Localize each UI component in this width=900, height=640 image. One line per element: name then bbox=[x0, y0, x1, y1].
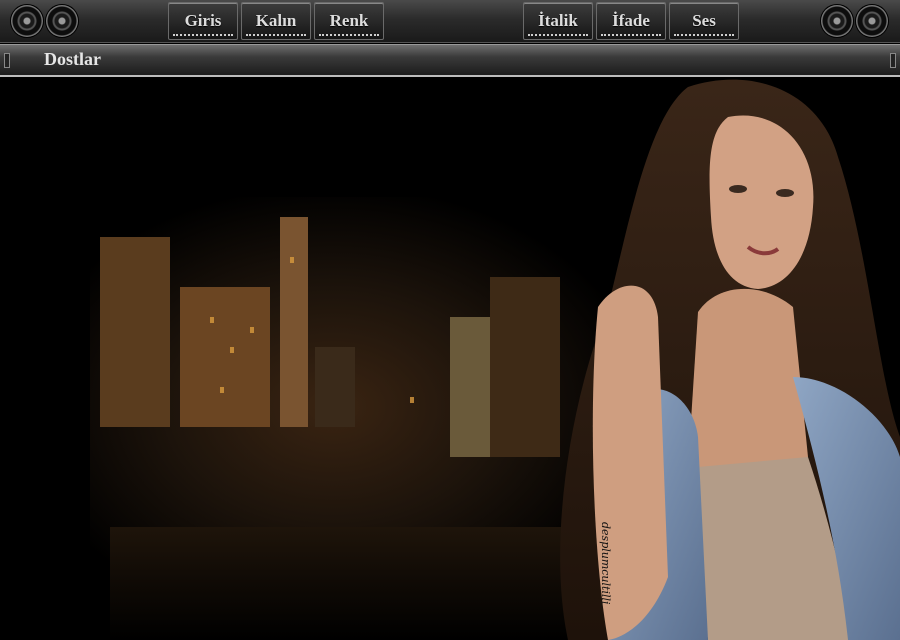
ses-button[interactable]: Ses bbox=[669, 2, 739, 40]
tattoo-text: desplumcultilli bbox=[599, 522, 612, 605]
top-toolbar: Giris Kalın Renk İtalik İfade Ses bbox=[0, 0, 900, 43]
speaker-icon bbox=[855, 4, 889, 38]
friends-bar: Dostlar bbox=[0, 44, 900, 77]
background-scene: desplumcultilli bbox=[0, 77, 900, 640]
speaker-icon bbox=[45, 4, 79, 38]
giris-button[interactable]: Giris bbox=[168, 2, 238, 40]
kalin-button[interactable]: Kalın bbox=[241, 2, 311, 40]
italik-button[interactable]: İtalik bbox=[523, 2, 593, 40]
speaker-icon bbox=[820, 4, 854, 38]
renk-button[interactable]: Renk bbox=[314, 2, 384, 40]
ifade-button[interactable]: İfade bbox=[596, 2, 666, 40]
left-grip-icon bbox=[4, 53, 10, 68]
speaker-icon bbox=[10, 4, 44, 38]
right-grip-icon bbox=[890, 53, 896, 68]
friends-link[interactable]: Dostlar bbox=[44, 49, 101, 70]
canal-reflection bbox=[110, 527, 570, 640]
